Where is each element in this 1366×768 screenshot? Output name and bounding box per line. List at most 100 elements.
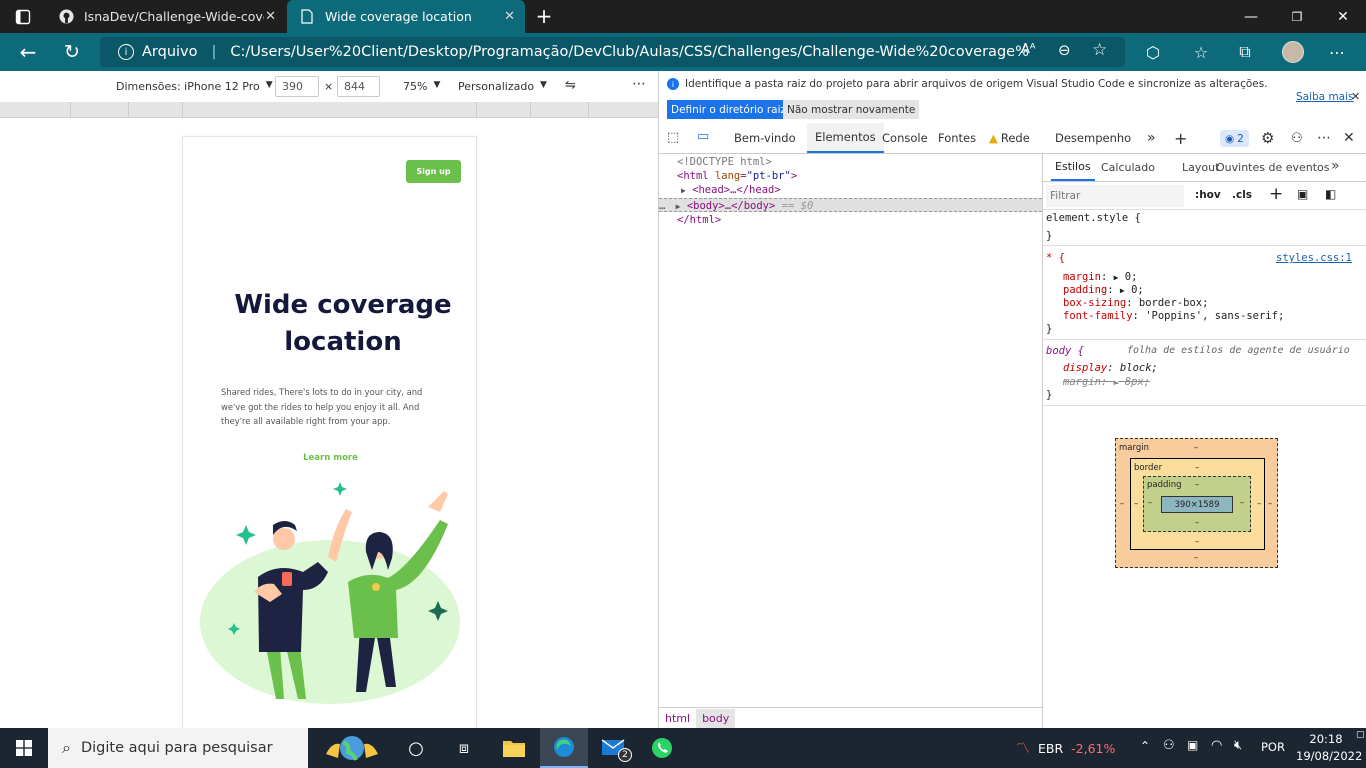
show-hidden-icons-icon[interactable]: ⌃ [1140,739,1150,753]
people-icon[interactable]: ⚇ [1163,738,1175,753]
collections-icon[interactable]: ⧉ [1230,37,1260,67]
prop-margin[interactable]: margin: ▶ 0; [1063,271,1137,283]
more-tabs-icon[interactable]: » [1331,158,1340,174]
prop-font-family[interactable]: font-family: 'Poppins', sans-serif; [1063,310,1284,322]
inspect-icon[interactable]: ⬚ [667,130,679,145]
notification-icon[interactable]: ▢ [1356,730,1365,740]
dont-show-again-button[interactable]: Não mostrar novamente [783,100,920,119]
extensions-icon[interactable]: ⬡ [1138,37,1168,67]
restore-button[interactable]: ❐ [1274,0,1320,33]
dom-doctype[interactable]: <!DOCTYPE html> [659,155,1042,169]
wifi-icon[interactable]: ◠ [1211,738,1222,753]
file-explorer-icon[interactable] [490,728,538,768]
info-icon[interactable]: i [118,44,134,60]
close-infobar-icon[interactable]: ✕ [1351,90,1360,103]
minimize-button[interactable]: — [1228,0,1274,33]
zoom-select[interactable]: 75% ▼ [403,80,440,93]
breadcrumb-body[interactable]: body [696,708,736,728]
more-menu-icon[interactable]: ⋯ [1322,37,1352,67]
taskbar-search[interactable]: ⌕ Digite aqui para pesquisar [48,728,308,768]
close-tab-icon[interactable]: ✕ [504,9,515,24]
favorite-add-icon[interactable]: ☆ [1092,40,1107,60]
body-selector[interactable]: body { [1046,345,1084,357]
zoom-icon[interactable]: ⊖ [1058,41,1071,59]
tab-sources[interactable]: Fontes [938,123,976,153]
windows-start-icon[interactable] [0,728,48,768]
clock[interactable]: 20:18 19/08/2022 [1296,731,1362,765]
issues-badge[interactable]: ◉ 2 [1220,130,1249,147]
close-tab-icon[interactable]: ✕ [265,9,276,24]
rotate-icon[interactable]: ⇋ [565,78,576,93]
tab-event-listeners[interactable]: Ouvintes de eventos [1216,161,1330,174]
hov-toggle[interactable]: :hov [1195,189,1221,201]
dom-body-selected[interactable]: … ▶ <body>…</body> == $0 [659,198,1042,212]
whatsapp-icon[interactable] [638,728,686,768]
mail-icon[interactable]: 2 [590,728,638,768]
box-model-content[interactable]: 390×1589 [1161,496,1233,513]
stock-widget[interactable]: 〽 EBR -2,61% [1016,728,1115,768]
dom-html-close[interactable]: </html> [659,213,1042,227]
tab-console[interactable]: Console [882,123,928,153]
close-devtools-icon[interactable]: ✕ [1343,123,1355,153]
stylesheet-link[interactable]: styles.css:1 [1276,252,1352,264]
box-model-margin[interactable]: margin – – – – border – – – – padding – … [1115,438,1278,568]
more-menu-icon[interactable]: ⋯ [1317,123,1331,153]
cls-toggle[interactable]: .cls [1232,189,1252,201]
width-input[interactable]: 390 [275,76,319,97]
more-tabs-icon[interactable]: » [1147,123,1156,153]
prop-padding[interactable]: padding: ▶ 0; [1063,284,1144,296]
avatar[interactable] [1282,41,1304,63]
new-tab-button[interactable]: + [532,3,556,29]
device-icon[interactable]: ▣ [1187,738,1198,752]
edge-browser-icon[interactable] [540,728,588,768]
tab-network[interactable]: ▲ Rede [989,123,1030,153]
more-options-icon[interactable]: ⋯ [632,76,646,92]
add-tab-icon[interactable]: + [1174,123,1187,153]
box-model-border[interactable]: border – – – – padding – – – – 390×1589 [1130,458,1265,550]
refresh-button[interactable]: ↻ [57,37,87,67]
user-connect-icon[interactable]: ⚇ [1291,123,1303,153]
throttle-select[interactable]: Personalizado ▼ [458,80,547,93]
back-button[interactable]: ← [13,37,43,67]
height-input[interactable]: 844 [337,76,380,97]
expand-arrow-icon[interactable]: ▶ [681,186,686,195]
read-aloud-icon[interactable]: Aᴬ [1021,42,1036,57]
universal-selector[interactable]: * { [1046,252,1065,264]
dom-head[interactable]: ▶ <head>…</head> [659,183,1042,197]
tab-actions-icon[interactable] [12,7,34,27]
device-select[interactable]: Dimensões: iPhone 12 Pro ▼ [116,80,273,93]
tab-elements[interactable]: Elementos [807,123,884,153]
tab-active-page[interactable]: Wide coverage location ✕ [287,0,525,33]
breadcrumb-html[interactable]: html [659,712,696,725]
tab-computed[interactable]: Calculado [1101,161,1155,174]
close-window-button[interactable]: ✕ [1320,0,1366,33]
new-rule-icon[interactable]: + [1269,184,1283,204]
tab-performance[interactable]: Desempenho [1055,123,1131,153]
tab-github[interactable]: IsnaDev/Challenge-Wide-coverage ✕ [48,0,286,33]
prop-box-sizing[interactable]: box-sizing: border-box; [1063,297,1208,309]
tab-layout[interactable]: Layout [1182,161,1219,174]
sidebar-toggle-icon[interactable]: ◧ [1325,187,1336,201]
tab-styles[interactable]: Estilos [1051,154,1095,181]
learn-more-link[interactable]: Learn more [183,453,476,463]
task-view-icon[interactable]: ⧈ [440,728,488,768]
address-bar[interactable]: i Arquivo | C:/Users/User%20Client/Deskt… [100,37,1125,67]
cortana-icon[interactable]: ○ [392,728,440,768]
dom-html-open[interactable]: <html lang="pt-br"> [659,169,1042,183]
learn-more-link[interactable]: Saiba mais [1296,91,1354,103]
expand-arrow-icon[interactable]: ▶ [676,202,681,211]
define-root-button[interactable]: Definir o diretório raiz [667,100,790,119]
paint-icon[interactable]: ▣ [1297,187,1308,201]
box-model-padding[interactable]: padding – – – – 390×1589 [1143,476,1251,532]
filter-input[interactable]: Filtrar [1046,185,1184,207]
element-style-selector[interactable]: element.style { [1046,212,1141,224]
settings-gear-icon[interactable]: ⚙ [1261,123,1274,153]
news-globe-icon[interactable] [318,731,386,765]
signup-button[interactable]: Sign up [406,160,461,183]
device-emulation-icon[interactable]: ▭ [697,129,709,144]
url-text[interactable]: C:/Users/User%20Client/Desktop/Programaç… [230,44,1030,60]
tab-welcome[interactable]: Bem-vindo [734,123,796,153]
language-indicator[interactable]: POR [1261,740,1285,754]
volume-muted-icon[interactable]: 🔇︎ [1234,738,1242,753]
favorites-icon[interactable]: ☆ [1186,37,1216,67]
